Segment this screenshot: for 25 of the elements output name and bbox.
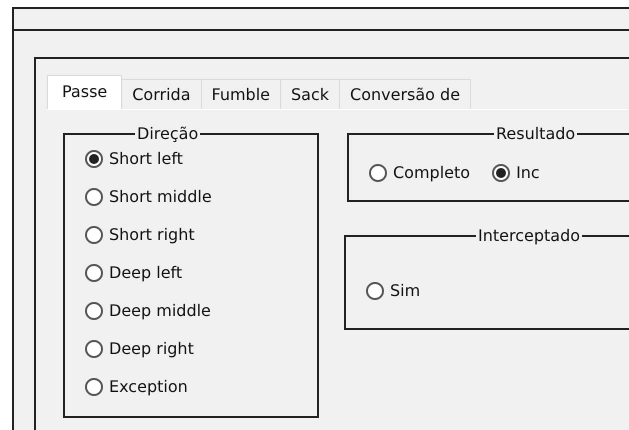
radio-button[interactable]: Short middle (85, 187, 297, 206)
radio-button[interactable]: Inc (492, 163, 540, 182)
radio-label: Deep middle (109, 301, 211, 320)
radio-button[interactable]: Deep middle (85, 301, 297, 320)
radio-label: Short left (109, 149, 183, 168)
tab[interactable]: Passe (47, 75, 122, 109)
tab[interactable]: Conversão de (339, 79, 472, 109)
radio-button[interactable]: Exception (85, 377, 297, 396)
group-title: Resultado (495, 124, 576, 143)
radio-label: Exception (109, 377, 188, 396)
radio-button[interactable]: Sim (366, 281, 420, 300)
radio-label: Short middle (109, 187, 212, 206)
radio-label: Deep left (109, 263, 182, 282)
group-title: Direção (136, 124, 200, 143)
group-title: Interceptado (477, 226, 582, 245)
radio-button[interactable]: Short right (85, 225, 297, 244)
radio-button[interactable]: Completo (369, 163, 470, 182)
radio-button[interactable]: Short left (85, 149, 297, 168)
radio-label: Sim (390, 281, 420, 300)
radio-label: Deep right (109, 339, 194, 358)
radio-label: Short right (109, 225, 195, 244)
radio-label: Completo (393, 163, 470, 182)
radio-button[interactable]: Deep left (85, 263, 297, 282)
radio-label: Inc (516, 163, 540, 182)
radio-button[interactable]: Deep right (85, 339, 297, 358)
